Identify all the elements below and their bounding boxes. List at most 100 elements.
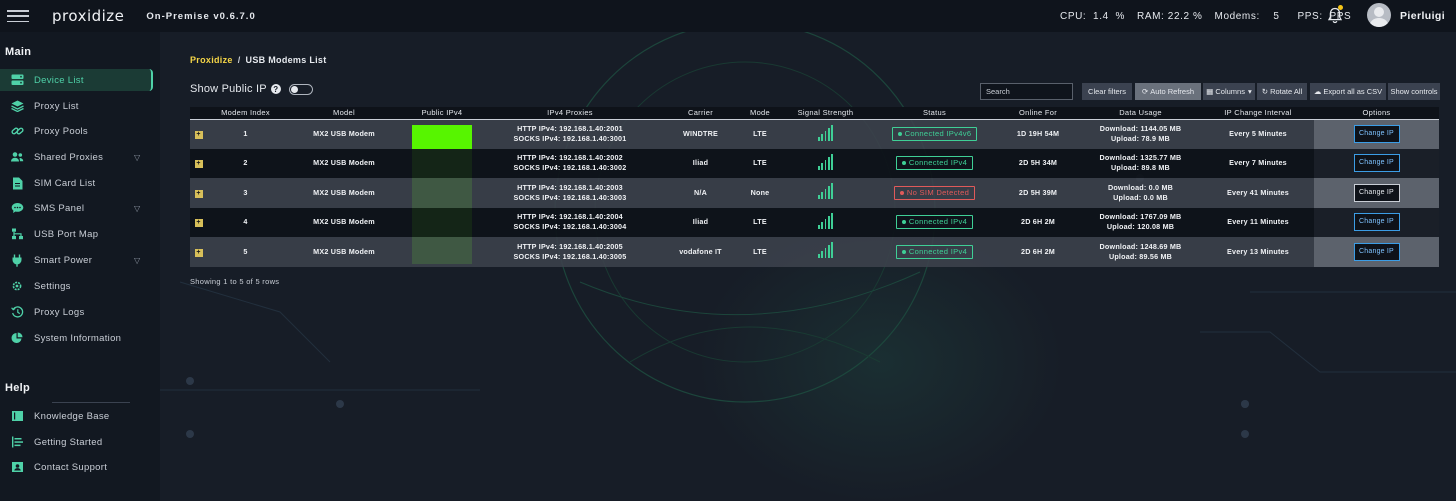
status-badge: Connected IPv4 <box>895 215 974 230</box>
expand-row-icon[interactable]: + <box>194 219 203 228</box>
signal-bar <box>827 215 830 229</box>
sidebar-item-sim-card-list[interactable]: SIM Card List <box>0 172 160 194</box>
help-icon[interactable]: ? <box>270 84 281 94</box>
column-header[interactable]: IP Change Interval <box>1202 107 1314 119</box>
column-header[interactable]: Signal Strength <box>779 107 872 119</box>
modem-index: 2 <box>207 148 284 178</box>
expand-cell: + <box>190 119 207 149</box>
options-cell: Change IP <box>1314 237 1439 267</box>
export-csv-button[interactable]: ☁ Export all as CSV <box>1310 83 1386 100</box>
signal-strength-icon <box>818 212 833 229</box>
sidebar-item-smart-power[interactable]: Smart Power ▽ <box>0 249 160 271</box>
status-badge: No SIM Detected <box>893 185 976 200</box>
signal-strength-cell <box>779 178 872 208</box>
rotate-all-button[interactable]: ↻ Rotate All <box>1257 83 1307 100</box>
chevron-down-icon[interactable]: ▽ <box>134 256 140 265</box>
sidebar-item-getting-started[interactable]: Getting Started <box>0 431 160 453</box>
sidebar-item-sms-panel[interactable]: SMS Panel ▽ <box>0 197 160 219</box>
column-header[interactable]: Status <box>872 107 997 119</box>
chevron-down-icon[interactable]: ▽ <box>134 204 140 213</box>
breadcrumb-home[interactable]: Proxidize <box>190 55 233 65</box>
http-proxy: HTTP IPv4: 192.168.1.40:2003 <box>517 182 623 192</box>
carrier: N/A <box>660 178 741 208</box>
expand-row-icon[interactable]: + <box>194 189 203 198</box>
clear-filters-button[interactable]: Clear filters <box>1082 83 1132 100</box>
status-cell: Connected IPv4 <box>872 148 997 178</box>
expand-row-icon[interactable]: + <box>194 160 203 169</box>
status-cell: Connected IPv4 <box>872 237 997 267</box>
signal-bar <box>824 248 827 259</box>
modem-model: MX2 USB Modem <box>284 237 404 267</box>
column-header[interactable]: Mode <box>741 107 779 119</box>
upload-usage: Upload: 89.56 MB <box>1108 251 1173 261</box>
sidebar-item-proxy-logs[interactable]: Proxy Logs <box>0 301 160 323</box>
table-row: +1 MX2 USB Modem HTTP IPv4: 192.168.1.40:2… <box>190 119 1439 264</box>
expand-row-icon[interactable]: + <box>194 131 203 139</box>
signal-bar <box>827 156 830 170</box>
signal-bar <box>824 218 827 229</box>
status-cell: Connected IPv4v6 <box>872 119 997 149</box>
signal-bar <box>830 183 833 200</box>
ipv4-proxies-cell: HTTP IPv4: 192.168.1.40:2004 SOCKS IPv4: … <box>480 207 660 237</box>
sidebar-item-usb-port-map[interactable]: USB Port Map <box>0 223 160 245</box>
breadcrumb: Proxidize / USB Modems List <box>190 55 327 65</box>
change-ip-button[interactable]: Change IP <box>1353 183 1400 202</box>
ip-change-interval: Every 41 Minutes <box>1202 178 1314 208</box>
public-ipv4-cell <box>404 207 480 237</box>
change-ip-button[interactable]: Change IP <box>1353 125 1400 143</box>
show-public-ip-toggle[interactable] <box>288 83 313 95</box>
column-header[interactable]: Modem Index <box>207 107 284 119</box>
online-for: 2D 6H 2M <box>997 237 1079 267</box>
show-controls-button[interactable]: Show controls <box>1388 83 1440 100</box>
http-proxy: HTTP IPv4: 192.168.1.40:2002 <box>517 153 623 163</box>
sidebar-item-label: Proxy Pools <box>34 125 88 137</box>
signal-bar <box>830 124 833 141</box>
pagination-info: Showing 1 to 5 of 5 rows <box>190 277 280 286</box>
expand-cell: + <box>190 237 207 267</box>
hamburger-menu-icon[interactable] <box>7 10 29 22</box>
sidebar-item-shared-proxies[interactable]: Shared Proxies ▽ <box>0 146 160 168</box>
columns-button[interactable]: ▦ Columns ▾ <box>1203 83 1255 100</box>
online-for: 2D 5H 39M <box>997 178 1079 208</box>
sidebar-item-knowledge-base[interactable]: Knowledge Base <box>0 405 160 427</box>
auto-refresh-button[interactable]: ⟳ Auto Refresh <box>1135 83 1201 100</box>
change-ip-button[interactable]: Change IP <box>1353 242 1400 261</box>
change-ip-button[interactable]: Change IP <box>1353 154 1400 173</box>
column-header[interactable]: Public IPv4 <box>404 107 480 119</box>
avatar[interactable] <box>1367 3 1391 27</box>
expand-cell: + <box>190 207 207 237</box>
column-header[interactable]: IPv4 Proxies <box>480 107 660 119</box>
table-row: +2 MX2 USB Modem HTTP IPv4: 192.168.1.40:2… <box>190 148 1439 178</box>
auto-refresh-label: Auto Refresh <box>1150 87 1195 96</box>
socks-proxy: SOCKS IPv4: 192.168.1.40:3005 <box>513 251 627 261</box>
column-header[interactable]: Data Usage <box>1079 107 1202 119</box>
expand-row-icon[interactable]: + <box>194 248 203 257</box>
sidebar-item-system-information[interactable]: System Information <box>0 327 160 349</box>
users-icon <box>10 150 24 164</box>
http-proxy: HTTP IPv4: 192.168.1.40:2001 <box>517 124 623 133</box>
socks-proxy: SOCKS IPv4: 192.168.1.40:3003 <box>513 192 627 202</box>
data-usage-cell: Download: 1767.09 MB Upload: 120.08 MB <box>1079 207 1202 237</box>
column-header[interactable]: Carrier <box>660 107 741 119</box>
sidebar-item-device-list[interactable]: Device List <box>0 69 153 91</box>
change-ip-button[interactable]: Change IP <box>1353 213 1400 232</box>
public-ipv4-cell <box>404 148 480 178</box>
table-row: +4 MX2 USB Modem HTTP IPv4: 192.168.1.40:2… <box>190 207 1439 237</box>
ipv4-proxies-cell: HTTP IPv4: 192.168.1.40:2002 SOCKS IPv4: … <box>480 148 660 178</box>
cpu-stat: CPU: 1.4 % <box>1060 10 1125 22</box>
chevron-down-icon[interactable]: ▽ <box>134 153 140 162</box>
sidebar-item-settings[interactable]: Settings <box>0 275 160 297</box>
signal-bar <box>821 251 824 259</box>
signal-bar <box>818 165 821 170</box>
column-header[interactable]: Model <box>284 107 404 119</box>
sidebar-item-proxy-list[interactable]: Proxy List <box>0 95 160 117</box>
pps-stat: PPS: PPS <box>1297 10 1352 22</box>
http-proxy: HTTP IPv4: 192.168.1.40:2005 <box>517 241 623 251</box>
sidebar-item-proxy-pools[interactable]: Proxy Pools <box>0 120 160 142</box>
search-input[interactable] <box>980 83 1073 100</box>
username[interactable]: Pierluigi <box>1400 10 1445 22</box>
column-header[interactable]: Online For <box>997 107 1079 119</box>
sidebar-item-contact-support[interactable]: Contact Support <box>0 456 160 478</box>
app-logo[interactable]: proxidize <box>52 7 124 25</box>
top-bar: proxidize On-Premise v0.6.7.0 CPU: 1.4 %… <box>0 0 1456 32</box>
